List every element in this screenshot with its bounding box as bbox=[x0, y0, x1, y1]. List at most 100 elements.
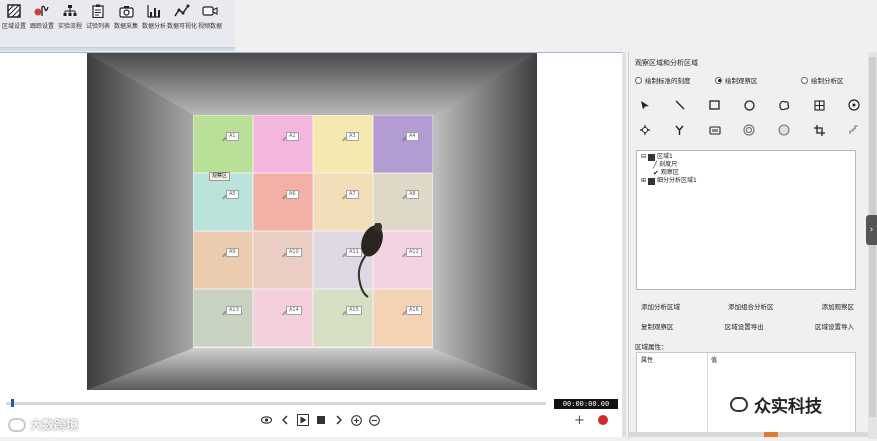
property-column-header: 属性 bbox=[641, 357, 654, 364]
analysis-zone-cell[interactable]: A4 bbox=[373, 115, 433, 173]
zone-label: A15 bbox=[346, 306, 362, 315]
ring-icon[interactable] bbox=[741, 122, 757, 138]
tree-node-label: 刻度尺 bbox=[659, 161, 678, 168]
rounded-rect-icon[interactable] bbox=[707, 122, 723, 138]
zone-label: A10 bbox=[286, 248, 302, 257]
tree-node-scale[interactable]: ╱ 刻度尺 bbox=[641, 161, 851, 169]
tree-node-analysis-group[interactable]: ⊞ 细分分析区域1 bbox=[641, 177, 851, 185]
toolbar-tracking-settings-button[interactable]: 跟踪设置 bbox=[28, 3, 56, 47]
zone-label: A2 bbox=[286, 132, 299, 141]
panel-bottom-scrollbar[interactable] bbox=[628, 432, 868, 437]
circle-tool-icon[interactable] bbox=[741, 97, 757, 113]
toolbar-experiment-flow-button[interactable]: 实验流程 bbox=[56, 3, 84, 47]
line-chart-icon bbox=[174, 3, 190, 19]
clock-circle-icon[interactable] bbox=[846, 97, 862, 113]
tree-node-root[interactable]: ⊟ 区域1 bbox=[641, 153, 851, 161]
tracking-wave-icon bbox=[34, 3, 50, 19]
toolbar-label: 数据可视化 bbox=[167, 23, 198, 30]
add-icon[interactable]: + bbox=[574, 413, 585, 428]
toolbar-label: 跟踪设置 bbox=[29, 23, 54, 30]
panel-collapse-chevron-icon[interactable]: › bbox=[866, 215, 877, 245]
toolbar-trial-list-button[interactable]: 试验列表 bbox=[84, 3, 112, 47]
collapse-minus-icon[interactable]: ⊟ bbox=[641, 153, 646, 161]
camera-icon bbox=[118, 3, 134, 19]
zone-label: A1 bbox=[226, 132, 239, 141]
toolbar-video-data-button[interactable]: 视频数据 bbox=[196, 3, 224, 47]
zone-label: A14 bbox=[286, 306, 302, 315]
toolbar-data-visualization-button[interactable]: 数据可视化 bbox=[167, 3, 198, 47]
tracked-mouse bbox=[357, 223, 383, 298]
grid-node-icon bbox=[648, 153, 656, 161]
zone-label: A9 bbox=[226, 248, 239, 257]
toolbar-data-capture-button[interactable]: 数据采集 bbox=[112, 3, 140, 47]
analysis-zone-cell[interactable]: A10 bbox=[253, 231, 313, 289]
arrow-pointer-icon[interactable] bbox=[637, 97, 653, 113]
polygon-tool-icon[interactable] bbox=[776, 97, 792, 113]
next-frame-icon[interactable] bbox=[332, 413, 345, 427]
analysis-zone-cell[interactable]: A13 bbox=[193, 289, 253, 347]
add-combined-analysis-zone-button[interactable]: 添加组合分析区 bbox=[722, 300, 780, 312]
stop-icon[interactable] bbox=[314, 413, 327, 427]
zoom-out-icon[interactable] bbox=[368, 413, 381, 427]
clipboard-list-icon bbox=[90, 3, 106, 19]
toolbar-label: 数据分析 bbox=[141, 23, 166, 30]
toolbar-label: 视频数据 bbox=[197, 23, 222, 30]
play-icon[interactable] bbox=[296, 413, 309, 427]
copy-observation-zone-button[interactable]: 复制观察区 bbox=[635, 320, 680, 332]
radio-draw-scale[interactable]: 绘制标准的刻度 bbox=[635, 75, 691, 85]
analysis-zone-cell[interactable]: A2 bbox=[253, 115, 313, 173]
import-zone-settings-button[interactable]: 区域设置导入 bbox=[809, 320, 860, 332]
tree-node-observation-zone[interactable]: ✔ 观察区 bbox=[641, 169, 851, 177]
record-icon[interactable] bbox=[598, 415, 608, 425]
crop-icon[interactable] bbox=[811, 122, 827, 138]
add-analysis-zone-button[interactable]: 添加分析区域 bbox=[635, 300, 686, 312]
expand-plus-icon[interactable]: ⊞ bbox=[641, 177, 646, 185]
toolbar-label: 区域设置 bbox=[1, 23, 26, 30]
analysis-zone-cell[interactable]: A5 bbox=[193, 173, 253, 231]
toolbar-data-analysis-button[interactable]: 数据分析 bbox=[140, 3, 168, 47]
analysis-zone-cell[interactable]: A9 bbox=[193, 231, 253, 289]
player-controls bbox=[260, 413, 381, 427]
column-divider bbox=[707, 353, 708, 435]
checkmark-icon: ✔ bbox=[653, 169, 659, 177]
move-cross-icon[interactable] bbox=[637, 122, 653, 138]
toolbar-zone-settings-button[interactable]: 区域设置 bbox=[0, 3, 28, 47]
radio-dot bbox=[801, 76, 808, 84]
toolbar-label: 试验列表 bbox=[85, 23, 110, 30]
previous-frame-icon[interactable] bbox=[278, 413, 291, 427]
timeline-playhead[interactable] bbox=[11, 399, 15, 407]
zone-actions-row-1: 添加分析区域 添加组合分析区 添加观察区 bbox=[635, 300, 860, 312]
hatched-square-icon bbox=[6, 3, 22, 19]
add-observation-zone-button[interactable]: 添加观察区 bbox=[816, 300, 861, 312]
observation-zone-label[interactable]: 观察区 bbox=[209, 172, 231, 181]
eye-icon[interactable] bbox=[260, 413, 273, 427]
flowchart-icon bbox=[62, 3, 78, 19]
zone-label: A16 bbox=[406, 306, 422, 315]
export-zone-settings-button[interactable]: 区域设置导出 bbox=[719, 320, 770, 332]
analysis-zone-cell[interactable]: A14 bbox=[253, 289, 313, 347]
radio-label: 绘制分析区 bbox=[811, 77, 844, 85]
line-tool-icon[interactable] bbox=[672, 97, 688, 113]
video-frame[interactable]: A1 A2 A3 A4 A5 A6 A7 A8 A9 A10 A11 A12 A13 A14 A15 A16 … bbox=[87, 53, 537, 390]
zone-label: A13 bbox=[226, 306, 242, 315]
zone-tree-view[interactable]: ⊟ 区域1 ╱ 刻度尺 ✔ 观察区 ⊞ 细分分析区域1 bbox=[636, 150, 856, 290]
video-camera-icon bbox=[202, 3, 218, 19]
resize-corner-icon[interactable] bbox=[846, 122, 862, 138]
radio-draw-observation-zone[interactable]: 绘制观察区 bbox=[715, 75, 758, 85]
timeline-track[interactable] bbox=[6, 399, 546, 407]
y-split-icon[interactable] bbox=[672, 122, 688, 138]
zoom-in-icon[interactable] bbox=[350, 413, 363, 427]
zone-label: A7 bbox=[346, 190, 359, 199]
application-window: 区域设置 跟踪设置 实验流程 试验列表 数据采集 数据分析 数据可视化 视频数据… bbox=[0, 0, 877, 441]
panel-title: 观察区域和分析区域 bbox=[635, 59, 698, 67]
radio-draw-analysis-zone[interactable]: 绘制分析区 bbox=[801, 75, 844, 85]
panel-scrollbar[interactable] bbox=[868, 52, 877, 439]
analysis-zone-cell[interactable]: A3 bbox=[313, 115, 373, 173]
gradient-circle-icon[interactable] bbox=[776, 122, 792, 138]
panel-bottom-scrollbar-thumb[interactable] bbox=[764, 432, 778, 437]
analysis-zone-cell[interactable]: A6 bbox=[253, 173, 313, 231]
grid-tool-icon[interactable] bbox=[811, 97, 827, 113]
workspace-scrollbar[interactable] bbox=[622, 52, 626, 437]
rectangle-tool-icon[interactable] bbox=[707, 97, 723, 113]
analysis-zone-cell[interactable]: A1 bbox=[193, 115, 253, 173]
